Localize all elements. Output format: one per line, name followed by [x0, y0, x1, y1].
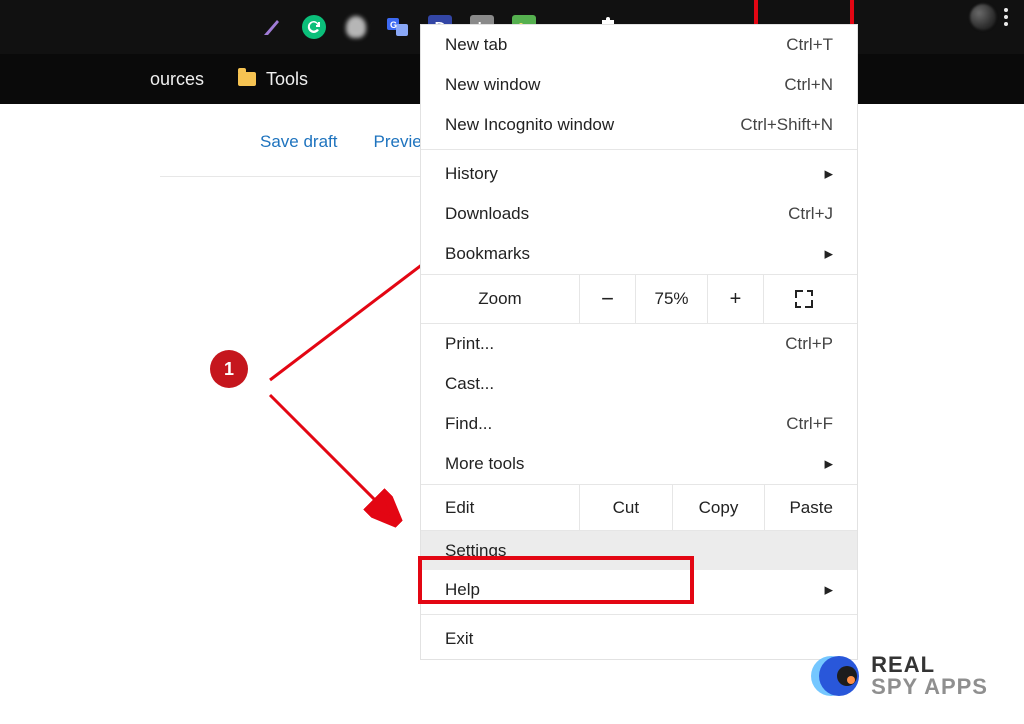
watermark-icon [811, 652, 859, 700]
fullscreen-button[interactable] [763, 275, 843, 323]
zoom-label: Zoom [421, 289, 579, 309]
menu-separator [421, 614, 857, 615]
menu-separator [421, 149, 857, 150]
chevron-right-icon: ▸ [824, 454, 833, 474]
zoom-value: 75% [635, 275, 707, 323]
chevron-right-icon: ▸ [824, 164, 833, 184]
edit-cut[interactable]: Cut [579, 485, 672, 530]
fullscreen-icon [795, 290, 813, 308]
chrome-main-menu: New tabCtrl+T New windowCtrl+N New Incog… [420, 24, 858, 660]
menu-find[interactable]: Find...Ctrl+F [421, 404, 857, 444]
menu-zoom-row: Zoom − 75% + [421, 274, 857, 324]
menu-cast[interactable]: Cast... [421, 364, 857, 404]
chevron-right-icon: ▸ [824, 244, 833, 264]
watermark-text: REAL SPY APPS [871, 654, 988, 698]
zoom-out-button[interactable]: − [579, 275, 635, 323]
menu-more-tools[interactable]: More tools▸ [421, 444, 857, 484]
watermark-logo: REAL SPY APPS [811, 652, 988, 700]
menu-new-tab[interactable]: New tabCtrl+T [421, 25, 857, 65]
menu-incognito[interactable]: New Incognito windowCtrl+Shift+N [421, 105, 857, 145]
edit-copy[interactable]: Copy [672, 485, 765, 530]
menu-bookmarks[interactable]: Bookmarks▸ [421, 234, 857, 274]
menu-edit-row: Edit Cut Copy Paste [421, 484, 857, 530]
zoom-in-button[interactable]: + [707, 275, 763, 323]
chevron-right-icon: ▸ [824, 580, 833, 600]
menu-settings[interactable]: Settings [421, 530, 857, 570]
edit-paste[interactable]: Paste [764, 485, 857, 530]
menu-new-window[interactable]: New windowCtrl+N [421, 65, 857, 105]
menu-history[interactable]: History▸ [421, 154, 857, 194]
menu-help[interactable]: Help▸ [421, 570, 857, 610]
edit-label: Edit [421, 485, 579, 530]
menu-print[interactable]: Print...Ctrl+P [421, 324, 857, 364]
menu-downloads[interactable]: DownloadsCtrl+J [421, 194, 857, 234]
menu-exit[interactable]: Exit [421, 619, 857, 659]
